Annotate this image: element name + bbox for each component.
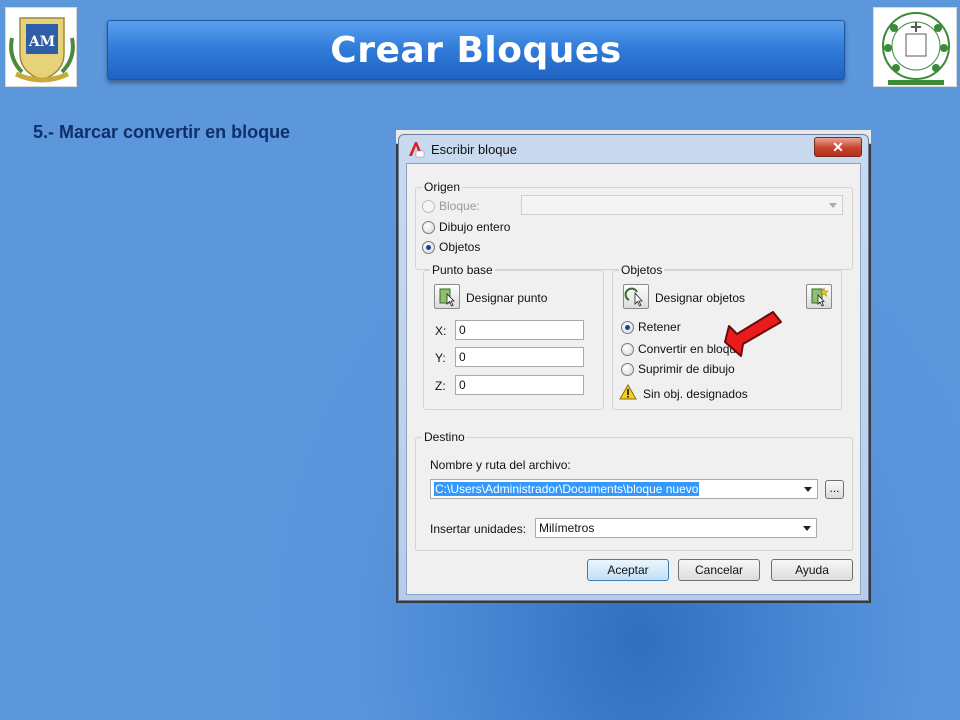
dialog-screenshot: Escribir bloque ✕ Origen Bloque: Dibujo …	[396, 130, 871, 603]
consortium-seal-logo	[873, 7, 957, 87]
units-combo[interactable]: Milímetros	[535, 518, 817, 538]
close-button[interactable]: ✕	[814, 137, 862, 157]
z-input[interactable]: 0	[455, 375, 584, 395]
retener-radio[interactable]	[621, 321, 634, 334]
nombre-ruta-label: Nombre y ruta del archivo:	[430, 458, 571, 472]
slide-title: Crear Bloques	[330, 29, 622, 71]
convertir-en-bloque-radio[interactable]	[621, 343, 634, 356]
insertar-unidades-label: Insertar unidades:	[430, 522, 527, 536]
objetos-radio[interactable]	[422, 241, 435, 254]
aceptar-button[interactable]: Aceptar	[587, 559, 669, 581]
dialog-titlebar[interactable]: Escribir bloque ✕	[399, 135, 868, 163]
y-label: Y:	[435, 351, 446, 365]
chevron-down-icon	[829, 203, 837, 208]
pick-point-button[interactable]	[434, 284, 460, 309]
dialog-title: Escribir bloque	[431, 141, 517, 157]
ayuda-button[interactable]: Ayuda	[771, 559, 853, 581]
dibujo-entero-radio[interactable]	[422, 221, 435, 234]
designar-punto-label: Designar punto	[466, 291, 548, 305]
quick-select-icon	[811, 287, 829, 307]
objetos-label: Objetos	[439, 240, 481, 254]
objetos-group-label: Objetos	[619, 263, 665, 277]
x-input[interactable]: 0	[455, 320, 584, 340]
step-instruction: 5.- Marcar convertir en bloque	[33, 122, 291, 142]
bloque-label: Bloque:	[439, 199, 480, 213]
chevron-down-icon	[803, 526, 811, 531]
callout-arrow-icon	[724, 311, 782, 357]
file-path-value[interactable]: C:\Users\Administrador\Documents\bloque …	[434, 482, 700, 496]
suprimir-radio[interactable]	[621, 363, 634, 376]
slide-title-bar: Crear Bloques	[107, 20, 845, 80]
retener-label: Retener	[638, 320, 681, 334]
bloque-combo[interactable]	[521, 195, 843, 215]
quick-select-button[interactable]	[806, 284, 832, 309]
chevron-down-icon	[804, 487, 812, 492]
file-path-combo[interactable]: C:\Users\Administrador\Documents\bloque …	[430, 479, 818, 499]
suprimir-label: Suprimir de dibujo	[638, 362, 735, 376]
warning-text: Sin obj. designados	[643, 387, 748, 401]
destino-label: Destino	[422, 430, 467, 444]
browse-button[interactable]: ...	[825, 480, 844, 499]
y-input[interactable]: 0	[455, 347, 584, 367]
select-objects-icon	[624, 287, 643, 307]
write-block-dialog: Escribir bloque ✕ Origen Bloque: Dibujo …	[398, 134, 869, 601]
warning-icon	[619, 383, 637, 405]
z-label: Z:	[435, 379, 446, 393]
x-label: X:	[435, 324, 447, 338]
dibujo-entero-label: Dibujo entero	[439, 220, 511, 234]
punto-base-label: Punto base	[430, 263, 495, 277]
origen-label: Origen	[422, 180, 463, 194]
pick-point-icon	[439, 288, 455, 307]
cancelar-button[interactable]: Cancelar	[678, 559, 760, 581]
school-crest-logo: AM	[5, 7, 77, 87]
svg-text:AM: AM	[28, 34, 55, 50]
units-value: Milímetros	[539, 521, 595, 535]
bloque-radio[interactable]	[422, 200, 435, 213]
autocad-app-icon	[407, 140, 425, 158]
dialog-client-area: Origen Bloque: Dibujo entero Objetos Pun…	[406, 163, 861, 595]
select-objects-button[interactable]	[623, 284, 649, 309]
